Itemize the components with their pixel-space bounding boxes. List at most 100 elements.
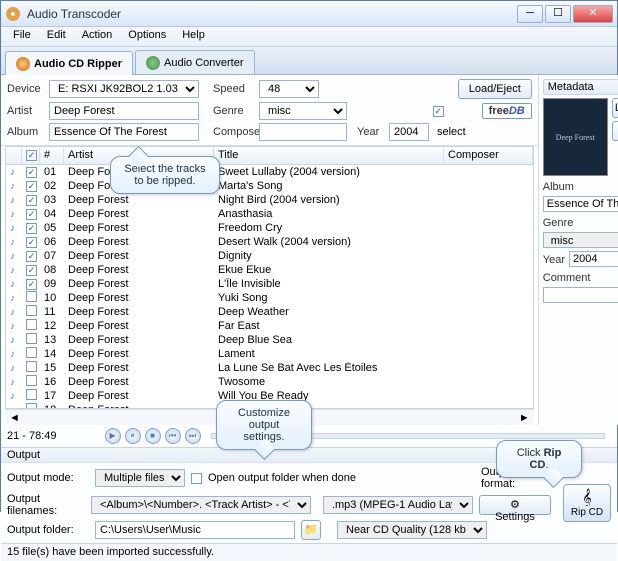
maximize-button[interactable]: ☐: [545, 5, 571, 23]
output-quality-select[interactable]: Near CD Quality (128 kbit/s): [337, 521, 487, 539]
track-checkbox[interactable]: ✓: [26, 279, 37, 290]
table-row[interactable]: ♪✓01Deep ForestSweet Lullaby (2004 versi…: [6, 165, 533, 179]
table-row[interactable]: ♪10Deep ForestYuki Song: [6, 291, 533, 305]
side-genre-select[interactable]: misc: [543, 232, 618, 248]
track-checkbox[interactable]: ✓: [26, 251, 37, 262]
speed-select[interactable]: 48: [259, 80, 319, 98]
table-row[interactable]: ♪✓02Deep ForestMarta's Song: [6, 179, 533, 193]
track-checkbox[interactable]: ✓: [26, 209, 37, 220]
select-checkbox[interactable]: ✓: [433, 106, 444, 117]
pause-button[interactable]: ⏸: [125, 428, 141, 444]
callout-tracks: Select the tracks to be ripped.: [110, 156, 220, 194]
col-num[interactable]: #: [40, 147, 64, 164]
track-num: 18: [40, 404, 64, 409]
minimize-button[interactable]: ─: [517, 5, 543, 23]
album-input[interactable]: [49, 123, 199, 141]
note-icon: ♪: [6, 251, 22, 262]
note-icon: ♪: [6, 167, 22, 178]
track-checkbox[interactable]: ✓: [26, 181, 37, 192]
settings-button[interactable]: ⚙ Settings: [479, 495, 551, 515]
side-album-input[interactable]: [543, 196, 618, 212]
device-select[interactable]: E: RSXI JK92BOL2 1.03: [49, 80, 199, 98]
check-all[interactable]: ✓: [26, 150, 37, 161]
table-row[interactable]: ♪✓05Deep ForestFreedom Cry: [6, 221, 533, 235]
note-icon: ♪: [6, 223, 22, 234]
output-mode-select[interactable]: Multiple files: [95, 469, 185, 487]
track-checkbox[interactable]: ✓: [26, 237, 37, 248]
track-checkbox[interactable]: ✓: [26, 167, 37, 178]
year-input[interactable]: [389, 123, 429, 141]
table-row[interactable]: ♪✓07Deep ForestDignity: [6, 249, 533, 263]
track-num: 11: [40, 306, 64, 318]
track-checkbox[interactable]: ✓: [26, 195, 37, 206]
table-row[interactable]: ♪✓06Deep ForestDesert Walk (2004 version…: [6, 235, 533, 249]
track-rows[interactable]: ♪✓01Deep ForestSweet Lullaby (2004 versi…: [6, 165, 533, 409]
close-button[interactable]: ✕: [573, 5, 613, 23]
table-row[interactable]: ♪15Deep ForestLa Lune Se Bat Avec Les Ét…: [6, 361, 533, 375]
track-num: 12: [40, 320, 64, 332]
menu-options[interactable]: Options: [120, 27, 174, 46]
track-num: 16: [40, 376, 64, 388]
menu-edit[interactable]: Edit: [39, 27, 74, 46]
track-num: 09: [40, 278, 64, 290]
clear-cover-button[interactable]: Clear: [612, 121, 618, 141]
composer-input[interactable]: [259, 123, 347, 141]
note-icon: ♪: [6, 391, 22, 402]
side-comment-input[interactable]: [543, 287, 618, 303]
tab-converter[interactable]: Audio Converter: [135, 50, 255, 74]
table-row[interactable]: ♪✓08Deep ForestEkue Ekue: [6, 263, 533, 277]
track-checkbox[interactable]: ✓: [26, 265, 37, 276]
table-row[interactable]: ♪✓03Deep ForestNight Bird (2004 version): [6, 193, 533, 207]
track-time: 21 - 78:49: [7, 430, 57, 442]
table-row[interactable]: ♪12Deep ForestFar East: [6, 319, 533, 333]
track-checkbox[interactable]: [26, 389, 37, 400]
table-row[interactable]: ♪13Deep ForestDeep Blue Sea: [6, 333, 533, 347]
tab-ripper-label: Audio CD Ripper: [34, 58, 122, 70]
table-row[interactable]: ♪11Deep ForestDeep Weather: [6, 305, 533, 319]
menu-action[interactable]: Action: [74, 27, 121, 46]
output-filenames-select[interactable]: <Album>\<Number>. <Track Artist> - <Titl…: [91, 496, 311, 514]
side-year-input[interactable]: [569, 251, 618, 267]
table-row[interactable]: ♪14Deep ForestLament: [6, 347, 533, 361]
table-row[interactable]: ♪16Deep ForestTwosome: [6, 375, 533, 389]
play-button[interactable]: ▶: [105, 428, 121, 444]
track-title: Lament: [214, 348, 444, 360]
track-title: Sweet Lullaby (2004 version): [214, 166, 444, 178]
track-checkbox[interactable]: ✓: [26, 223, 37, 234]
output-folder-input[interactable]: [95, 521, 295, 539]
app-icon: [5, 6, 21, 22]
browse-folder-button[interactable]: 📁: [301, 520, 321, 540]
next-button[interactable]: ⏭: [185, 428, 201, 444]
track-artist: Deep Forest: [64, 376, 214, 388]
note-icon: ♪: [6, 195, 22, 206]
track-artist: Deep Forest: [64, 348, 214, 360]
track-num: 06: [40, 236, 64, 248]
load-cover-button[interactable]: Load...: [612, 98, 618, 118]
track-checkbox[interactable]: [26, 333, 37, 344]
prev-button[interactable]: ⏮: [165, 428, 181, 444]
genre-select[interactable]: misc: [259, 102, 347, 120]
track-checkbox[interactable]: [26, 361, 37, 372]
track-checkbox[interactable]: [26, 403, 37, 409]
menu-file[interactable]: File: [5, 27, 39, 46]
track-checkbox[interactable]: [26, 291, 37, 302]
track-checkbox[interactable]: [26, 375, 37, 386]
track-title: Night Bird (2004 version): [214, 194, 444, 206]
output-format-select[interactable]: .mp3 (MPEG-1 Audio Layer 3): [323, 496, 473, 514]
artist-input[interactable]: [49, 102, 199, 120]
track-checkbox[interactable]: [26, 319, 37, 330]
album-cover[interactable]: Deep Forest: [543, 98, 608, 176]
open-folder-checkbox[interactable]: [191, 473, 202, 484]
rip-cd-button[interactable]: 𝄞 Rip CD: [563, 484, 611, 522]
stop-button[interactable]: ■: [145, 428, 161, 444]
table-row[interactable]: ♪✓04Deep ForestAnasthasia: [6, 207, 533, 221]
load-eject-button[interactable]: Load/Eject: [458, 79, 532, 99]
table-row[interactable]: ♪✓09Deep ForestL'Île Invisible: [6, 277, 533, 291]
track-checkbox[interactable]: [26, 347, 37, 358]
tab-ripper[interactable]: Audio CD Ripper: [5, 51, 133, 75]
col-composer[interactable]: Composer: [444, 147, 533, 164]
menu-help[interactable]: Help: [174, 27, 213, 46]
col-title[interactable]: Title: [214, 147, 444, 164]
track-checkbox[interactable]: [26, 305, 37, 316]
freedb-button[interactable]: freefreeDBDB: [482, 103, 532, 119]
